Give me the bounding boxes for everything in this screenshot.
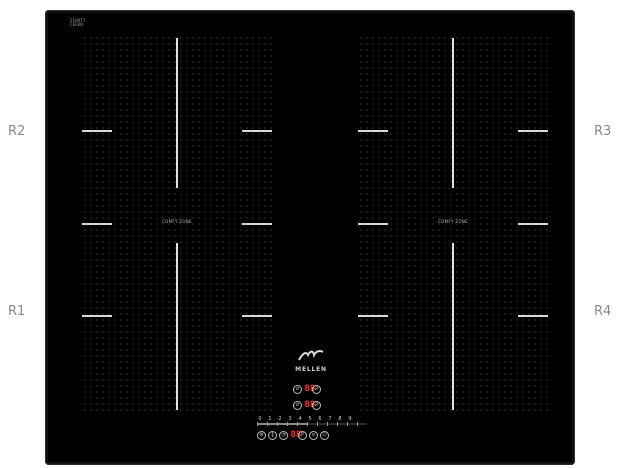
zone-marker (242, 315, 272, 317)
left-zone-rear-icon[interactable]: ⊘ (293, 385, 302, 394)
power-icon[interactable]: ⏻ (320, 431, 329, 440)
left-zone-front-icon[interactable]: ⊘ (293, 401, 302, 410)
mellen-logo: MELLEN (291, 346, 331, 373)
zone-marker (242, 130, 272, 132)
comfy-zone-label: COMFY ZONE (162, 219, 192, 224)
boost-icon[interactable]: P (298, 431, 307, 440)
zone-divider-top (176, 38, 178, 188)
rear-display-digits: 88 (304, 384, 316, 394)
zone-divider-bottom (452, 243, 454, 410)
zone-label-r2: R2 (8, 124, 26, 139)
power-slider-ticks (257, 422, 367, 426)
front-zone-controls: ⊘ 88 ⊘ (292, 401, 322, 410)
brand-tag-line2: CERAN (70, 22, 84, 27)
right-zone-front-icon[interactable]: ⊘ (312, 401, 321, 410)
zone-marker (518, 223, 548, 225)
front-power-display: 88 (304, 400, 316, 410)
zone-label-r1: R1 (8, 304, 26, 319)
rear-power-display: 88 (304, 384, 316, 394)
left-flex-zone[interactable]: COMFY ZONE (82, 35, 272, 415)
zone-marker (82, 130, 112, 132)
zone-label-r4: R4 (594, 304, 612, 319)
zone-marker (82, 315, 112, 317)
main-control-row: ⊗ ‖ ◔ 88 P ≋ ⏻ (256, 431, 330, 440)
zone-marker (358, 315, 388, 317)
zone-marker (358, 223, 388, 225)
induction-cooktop: SCHOTT CERAN COMFY ZONE COMFY ZONE MELLE… (45, 10, 575, 465)
rear-zone-controls: ⊘ 88 ⊘ (292, 385, 322, 394)
pause-icon[interactable]: ‖ (268, 431, 277, 440)
zone-marker (518, 130, 548, 132)
timer-icon[interactable]: ◔ (279, 431, 288, 440)
right-flex-zone[interactable]: COMFY ZONE (358, 35, 548, 415)
comfy-zone-label: COMFY ZONE (438, 219, 468, 224)
keep-warm-icon[interactable]: ≋ (309, 431, 318, 440)
lock-icon[interactable]: ⊗ (257, 431, 266, 440)
mellen-logo-icon (298, 350, 324, 361)
front-display-digits: 88 (304, 400, 316, 410)
zone-marker (358, 130, 388, 132)
zone-marker (82, 223, 112, 225)
zone-divider-top (452, 38, 454, 188)
timer-display-digits: 88 (290, 430, 302, 440)
right-zone-rear-icon[interactable]: ⊘ (312, 385, 321, 394)
schott-ceran-logo: SCHOTT CERAN (70, 19, 86, 27)
logo-text: MELLEN (295, 366, 327, 373)
zone-divider-bottom (176, 243, 178, 410)
timer-display: 88 (290, 430, 302, 440)
zone-label-r3: R3 (594, 124, 612, 139)
zone-marker (518, 315, 548, 317)
zone-marker (242, 223, 272, 225)
